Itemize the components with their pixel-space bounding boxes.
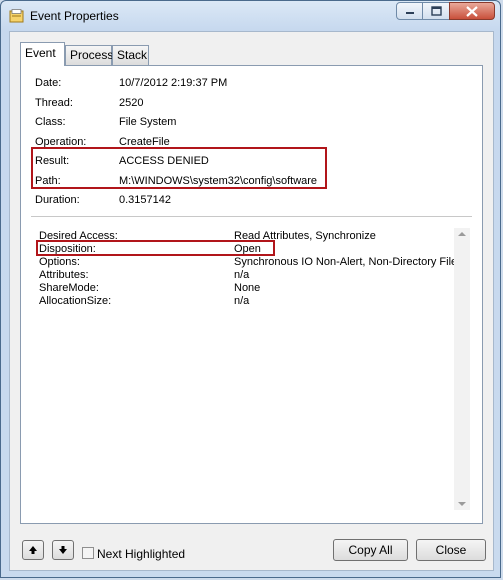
- arrow-up-icon: [29, 546, 37, 554]
- scroll-down-icon[interactable]: [458, 502, 466, 506]
- close-icon: [466, 5, 478, 17]
- close-button[interactable]: Close: [416, 539, 486, 561]
- thread-label: Thread:: [35, 97, 73, 109]
- detail-value: n/a: [234, 295, 250, 307]
- thread-value: 2520: [119, 97, 144, 109]
- tab-process[interactable]: Process: [65, 45, 113, 65]
- next-highlighted-checkbox[interactable]: [82, 547, 94, 559]
- tab-stack[interactable]: Stack: [112, 45, 149, 65]
- copy-all-button[interactable]: Copy All: [333, 539, 408, 561]
- maximize-icon: [430, 6, 442, 16]
- detail-key: Options:: [39, 256, 80, 268]
- event-properties-window: Event Properties Event Process Stack Dat…: [0, 0, 501, 578]
- class-label: Class:: [35, 116, 66, 128]
- path-label: Path:: [35, 175, 61, 187]
- detail-value: n/a: [234, 269, 250, 281]
- duration-label: Duration:: [35, 194, 80, 206]
- path-value: M:\WINDOWS\system32\config\software: [119, 175, 318, 187]
- app-icon: [9, 9, 24, 23]
- previous-event-button[interactable]: [22, 540, 44, 560]
- arrow-down-icon: [59, 546, 67, 554]
- date-label: Date:: [35, 77, 62, 89]
- detail-key: Attributes:: [39, 269, 89, 281]
- detail-value: None: [234, 282, 261, 294]
- class-value: File System: [119, 116, 177, 128]
- result-label: Result:: [35, 155, 70, 167]
- duration-value: 0.3157142: [119, 194, 171, 206]
- details-list[interactable]: Desired Access: Read Attributes, Synchro…: [33, 228, 470, 510]
- details-scrollbar[interactable]: [454, 228, 470, 510]
- maximize-button[interactable]: [422, 2, 450, 20]
- next-highlighted-label[interactable]: Next Highlighted: [97, 547, 185, 561]
- close-window-button[interactable]: [449, 2, 495, 20]
- detail-key: ShareMode:: [39, 282, 99, 294]
- disposition-highlight-box: [36, 240, 275, 256]
- date-value: 10/7/2012 2:19:37 PM: [119, 77, 228, 89]
- result-value: ACCESS DENIED: [119, 155, 209, 167]
- tab-event[interactable]: Event: [20, 42, 65, 66]
- title-bar[interactable]: Event Properties: [1, 1, 500, 31]
- dialog-client-area: Event Process Stack Date: 10/7/2012 2:19…: [9, 31, 494, 571]
- next-event-button[interactable]: [52, 540, 74, 560]
- event-tab-panel: Date: 10/7/2012 2:19:37 PM Thread: 2520 …: [20, 65, 483, 524]
- scroll-up-icon[interactable]: [458, 232, 466, 236]
- detail-key: AllocationSize:: [39, 295, 112, 307]
- minimize-button[interactable]: [396, 2, 423, 20]
- window-title: Event Properties: [30, 9, 119, 23]
- detail-value: Synchronous IO Non-Alert, Non-Directory …: [234, 256, 458, 268]
- minimize-icon: [405, 12, 414, 14]
- separator: [31, 216, 472, 217]
